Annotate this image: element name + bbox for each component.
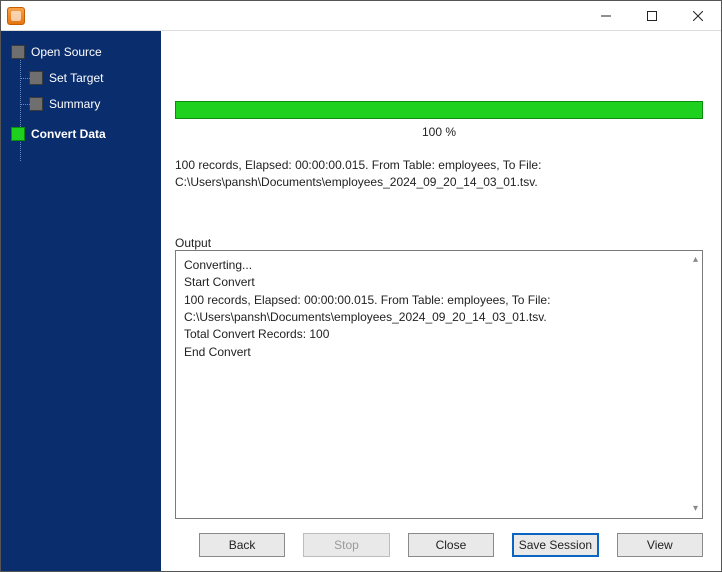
wizard-buttons: Back Stop Close Save Session View [175,519,703,561]
progress-area: 100 % [175,41,703,139]
titlebar-left [1,7,25,25]
log-line: Start Convert [184,274,684,291]
app-icon [7,7,25,25]
step-summary[interactable]: Summary [11,91,161,117]
step-status-box [29,97,43,111]
scroll-down-icon[interactable]: ▾ [693,502,698,517]
step-open-source[interactable]: Open Source [11,39,161,65]
step-label: Convert Data [31,127,106,141]
wizard-steps: Open Source Set Target Summary Convert D… [11,39,161,147]
minimize-button[interactable] [583,1,629,30]
close-button[interactable]: Close [408,533,494,557]
back-button[interactable]: Back [199,533,285,557]
close-window-button[interactable] [675,1,721,30]
status-line: 100 records, Elapsed: 00:00:00.015. From… [175,157,703,174]
step-status-box [29,71,43,85]
window-body: Open Source Set Target Summary Convert D… [1,31,721,571]
progress-percent: 100 % [175,125,703,139]
step-status-box [11,45,25,59]
step-label: Open Source [31,45,102,59]
scroll-up-icon[interactable]: ▴ [693,253,698,268]
main-panel: 100 % 100 records, Elapsed: 00:00:00.015… [161,31,721,571]
output-log[interactable]: ▴ Converting... Start Convert 100 record… [175,250,703,519]
status-summary: 100 records, Elapsed: 00:00:00.015. From… [175,157,703,192]
maximize-icon [647,11,657,21]
close-icon [693,11,703,21]
minimize-icon [601,11,611,21]
save-session-button[interactable]: Save Session [512,533,598,557]
log-line: 100 records, Elapsed: 00:00:00.015. From… [184,292,684,327]
status-line: C:\Users\pansh\Documents\employees_2024_… [175,174,703,191]
maximize-button[interactable] [629,1,675,30]
progress-bar [175,101,703,119]
step-label: Summary [49,97,100,111]
step-convert-data[interactable]: Convert Data [11,121,161,147]
step-status-box [11,127,25,141]
app-window: Open Source Set Target Summary Convert D… [0,0,722,572]
step-label: Set Target [49,71,103,85]
log-line: Total Convert Records: 100 [184,326,684,343]
sidebar: Open Source Set Target Summary Convert D… [1,31,161,571]
step-set-target[interactable]: Set Target [11,65,161,91]
log-line: End Convert [184,344,684,361]
log-line: Converting... [184,257,684,274]
view-button[interactable]: View [617,533,703,557]
stop-button: Stop [303,533,389,557]
output-label: Output [175,236,703,250]
titlebar [1,1,721,31]
window-controls [583,1,721,30]
